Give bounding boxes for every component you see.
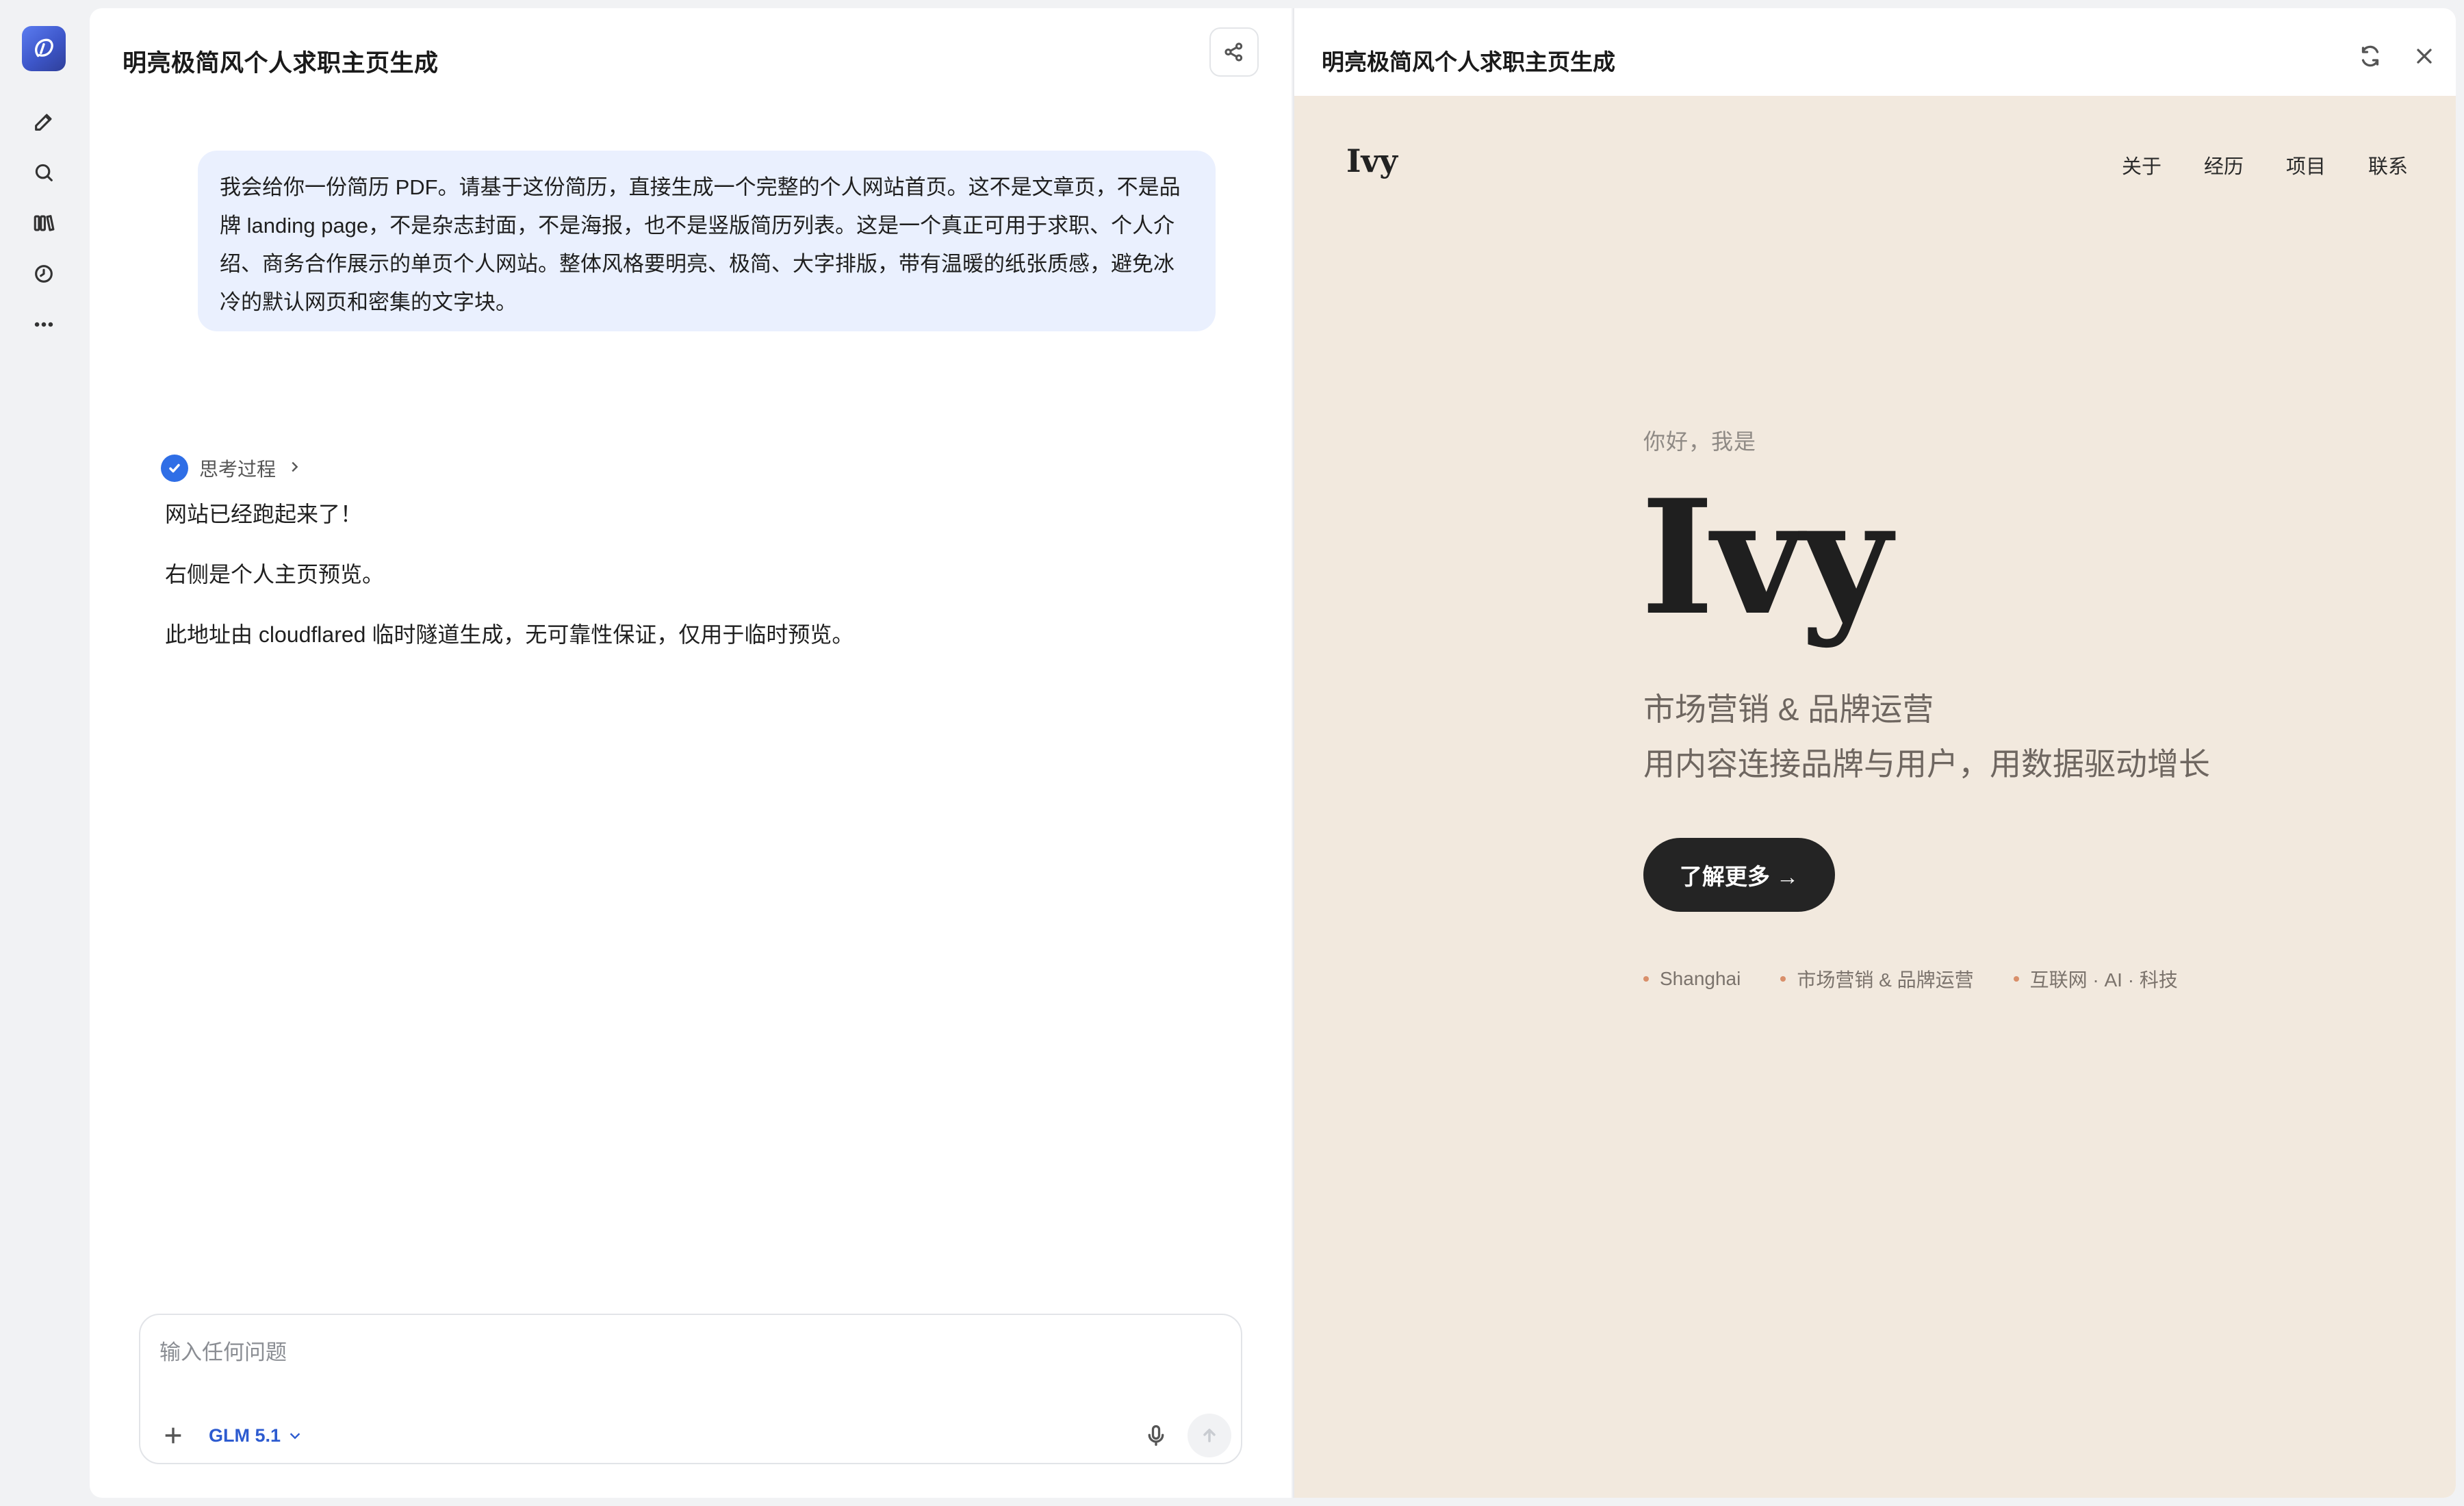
- chat-title: 明亮极简风个人求职主页生成: [123, 50, 439, 77]
- check-icon: [161, 455, 188, 482]
- tag-dot: [2013, 976, 2019, 982]
- site-subtitle-role: 市场营销 & 品牌运营: [1643, 691, 1934, 727]
- site-preview: Ivy 关于 经历 项目 联系 你好，我是 Ivy 市场营销 & 品牌运营 用内…: [1294, 96, 2456, 1498]
- chat-panel: 明亮极简风个人求职主页生成 我会给你一份简历 PDF。请基于这份简历，直接生成一…: [90, 8, 1292, 1498]
- learn-more-button[interactable]: 了解更多 →: [1643, 838, 1835, 912]
- search-icon[interactable]: [27, 156, 60, 189]
- microphone-icon: [1148, 1425, 1164, 1446]
- send-button[interactable]: [1188, 1414, 1231, 1457]
- share-icon: [1224, 42, 1243, 62]
- chevron-down-icon: [290, 1433, 300, 1440]
- voice-input-button[interactable]: [1138, 1418, 1174, 1453]
- app-logo-icon: [35, 38, 53, 58]
- plus-icon: [165, 1427, 181, 1444]
- left-rail: [0, 0, 88, 1506]
- tag-label: 市场营销 & 品牌运营: [1797, 969, 1974, 991]
- site-tags: Shanghai 市场营销 & 品牌运营 互联网 · AI · 科技: [1643, 965, 2178, 993]
- history-icon[interactable]: [27, 257, 60, 290]
- tag-label: Shanghai: [1660, 968, 1741, 989]
- tag-item: Shanghai: [1643, 965, 1741, 993]
- site-hero-name: Ivy: [1641, 465, 1892, 650]
- thinking-label: 思考过程: [199, 459, 277, 480]
- arrow-up-icon: [1203, 1429, 1216, 1442]
- add-attachment-button[interactable]: [158, 1420, 188, 1451]
- library-icon[interactable]: [27, 207, 60, 240]
- site-nav-experience[interactable]: 经历: [2204, 151, 2244, 179]
- close-icon: [2417, 49, 2432, 64]
- site-nav: 关于 经历 项目 联系: [2122, 151, 2408, 179]
- composer: GLM 5.1: [139, 1314, 1242, 1464]
- site-nav-contact[interactable]: 联系: [2368, 151, 2408, 179]
- tag-item: 互联网 · AI · 科技: [2013, 965, 2178, 993]
- site-greeting: 你好，我是: [1643, 429, 1757, 454]
- tag-item: 市场营销 & 品牌运营: [1780, 965, 1974, 993]
- model-selector[interactable]: GLM 5.1: [209, 1423, 303, 1448]
- site-brand[interactable]: Ivy: [1346, 142, 1398, 179]
- app-logo[interactable]: [22, 26, 66, 71]
- site-subtitle-tagline: 用内容连接品牌与用户，用数据驱动增长: [1643, 746, 2210, 782]
- site-nav-projects[interactable]: 项目: [2286, 151, 2326, 179]
- reply-line: 此地址由 cloudflared 临时隧道生成，无可靠性保证，仅用于临时预览。: [165, 622, 854, 647]
- user-message: 我会给你一份简历 PDF。请基于这份简历，直接生成一个完整的个人网站首页。这不是…: [198, 151, 1216, 331]
- reply-line: 右侧是个人主页预览。: [165, 562, 385, 587]
- share-button[interactable]: [1209, 27, 1259, 77]
- reply-line: 网站已经跑起来了！: [165, 502, 363, 526]
- preview-title: 明亮极简风个人求职主页生成: [1322, 49, 1615, 75]
- close-button[interactable]: [2407, 38, 2442, 74]
- site-nav-about[interactable]: 关于: [2122, 151, 2161, 179]
- new-chat-icon[interactable]: [27, 105, 60, 138]
- chevron-right-icon: [287, 459, 302, 478]
- thinking-toggle[interactable]: 思考过程: [161, 453, 302, 483]
- tag-label: 互联网 · AI · 科技: [2029, 969, 2178, 991]
- tag-dot: [1643, 976, 1649, 982]
- model-name: GLM 5.1: [209, 1425, 281, 1446]
- refresh-button[interactable]: [2352, 38, 2388, 74]
- message-input[interactable]: [159, 1336, 1186, 1370]
- refresh-icon: [2361, 45, 2379, 67]
- app-window: 明亮极简风个人求职主页生成 我会给你一份简历 PDF。请基于这份简历，直接生成一…: [0, 0, 2464, 1506]
- more-icon[interactable]: [27, 308, 60, 341]
- preview-panel: 明亮极简风个人求职主页生成 Ivy 关于 经历 项目 联系 你好，我是 Ivy …: [1293, 8, 2456, 1498]
- tag-dot: [1780, 976, 1786, 982]
